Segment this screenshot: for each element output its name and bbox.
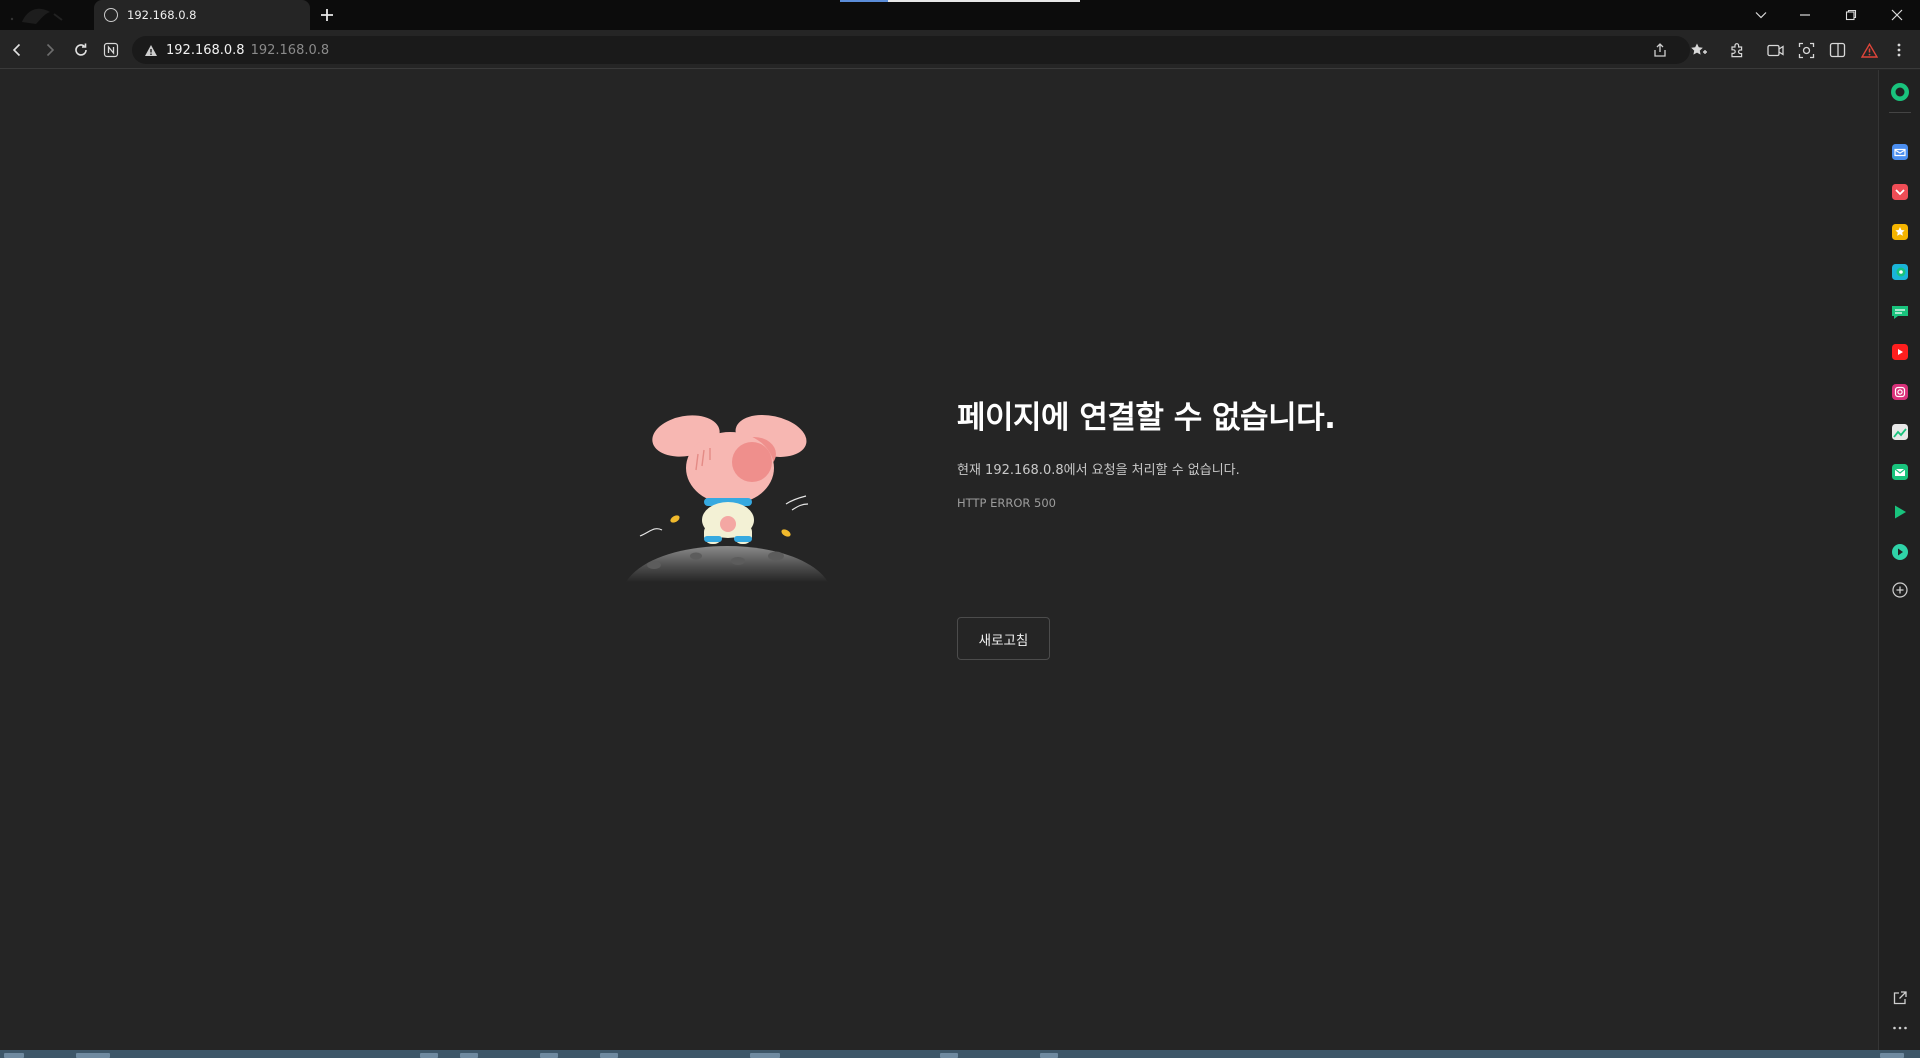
restore-icon[interactable] — [1828, 0, 1874, 30]
pocket-icon[interactable] — [1890, 182, 1910, 202]
os-taskbar — [0, 1050, 1920, 1058]
taskbar-item[interactable] — [420, 1053, 438, 1058]
taskbar-item[interactable] — [540, 1053, 558, 1058]
capture-icon[interactable] — [1794, 38, 1818, 62]
more-vertical-icon[interactable] — [1887, 38, 1911, 62]
rabbit-on-moon-illustration — [626, 406, 828, 582]
taskbar-item[interactable] — [76, 1053, 110, 1058]
papago-icon[interactable] — [1890, 262, 1910, 282]
taskbar-item[interactable] — [600, 1053, 618, 1058]
whale-space-icon[interactable] — [1890, 82, 1910, 102]
split-view-icon[interactable] — [1825, 38, 1849, 62]
naver-mail-icon[interactable] — [1890, 462, 1910, 482]
plus-icon[interactable] — [316, 4, 338, 26]
error-description: 현재 192.168.0.8에서 요청을 처리할 수 없습니다. — [957, 463, 1240, 478]
open-external-icon[interactable] — [1890, 988, 1910, 1008]
error-code: HTTP ERROR 500 — [957, 496, 1056, 510]
reload-button[interactable]: 새로고침 — [957, 617, 1050, 660]
naver-n-icon[interactable] — [99, 38, 123, 62]
share-icon[interactable] — [1650, 40, 1670, 60]
instagram-icon[interactable] — [1890, 382, 1910, 402]
chevron-down-icon[interactable] — [1738, 0, 1784, 30]
star-plus-icon[interactable] — [1687, 38, 1711, 62]
loading-indicator — [840, 0, 1080, 2]
minimize-icon[interactable] — [1782, 0, 1828, 30]
more-horizontal-icon[interactable] — [1890, 1018, 1910, 1038]
stocks-icon[interactable] — [1890, 422, 1910, 442]
webtoon-icon[interactable] — [1890, 302, 1910, 322]
alert-icon[interactable] — [1857, 38, 1881, 62]
taskbar-item[interactable] — [750, 1053, 780, 1058]
globe-icon — [104, 8, 118, 22]
error-text-block: 페이지에 연결할 수 없습니다. 현재 192.168.0.8에서 요청을 처리… — [957, 392, 1336, 510]
favorites-star-icon[interactable] — [1890, 222, 1910, 242]
url-rest: 192.168.0.8 — [250, 42, 330, 58]
taskbar-item[interactable] — [460, 1053, 478, 1058]
taskbar-item[interactable] — [4, 1053, 24, 1058]
chevron-left-icon[interactable] — [5, 38, 29, 62]
taskbar-item[interactable] — [1880, 1053, 1904, 1058]
warning-triangle-icon[interactable] — [144, 44, 158, 57]
url-host: 192.168.0.8 — [166, 42, 245, 58]
tab-active[interactable]: 192.168.0.8 — [94, 0, 310, 30]
play-icon[interactable] — [1890, 502, 1910, 522]
sidebar-separator — [1889, 112, 1911, 113]
reload-icon[interactable] — [69, 38, 93, 62]
taskbar-item[interactable] — [940, 1053, 958, 1058]
add-icon[interactable] — [1890, 580, 1910, 600]
close-icon[interactable] — [1874, 0, 1920, 30]
music-icon[interactable] — [1890, 542, 1910, 562]
right-sidebar — [1878, 70, 1920, 1050]
video-icon[interactable] — [1763, 38, 1787, 62]
window-decoration — [0, 0, 90, 30]
tab-title: 192.168.0.8 — [127, 8, 197, 22]
youtube-icon[interactable] — [1890, 342, 1910, 362]
title-bar: 192.168.0.8 — [0, 0, 1920, 30]
puzzle-icon[interactable] — [1725, 38, 1749, 62]
taskbar-item[interactable] — [1040, 1053, 1058, 1058]
chevron-right-icon[interactable] — [38, 38, 62, 62]
address-bar[interactable]: 192.168.0.8 192.168.0.8 — [132, 36, 1690, 64]
error-title: 페이지에 연결할 수 없습니다. — [957, 400, 1336, 436]
error-page — [0, 70, 1878, 1050]
mail-icon[interactable] — [1890, 142, 1910, 162]
